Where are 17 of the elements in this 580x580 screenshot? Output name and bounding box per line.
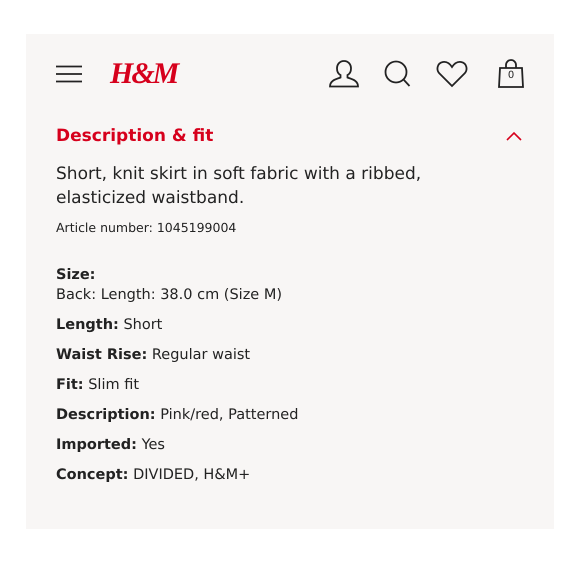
attribute-text: Waist Rise: Regular waist [56,346,252,365]
section-title: Description & fit [56,126,214,146]
attribute-text: Imported: Yes [56,436,166,455]
search-icon[interactable] [384,59,412,89]
attribute-text: Concept: DIVIDED, H&M+ [56,466,252,485]
description-text: Short, knit skirt in soft fabric with a ribbed, elasticized waistband. [56,163,422,210]
logo[interactable]: H&M [110,57,178,91]
account-icon[interactable] [328,59,360,89]
chevron-icon[interactable] [506,131,522,141]
attribute-value: Back: Length: 38.0 cm (Size M) [56,286,284,305]
attribute-text: Length: Short [56,316,164,335]
menu-icon[interactable] [56,65,82,83]
attribute-text: Fit: Slim fit [56,376,140,395]
article-number: Article number: 1045199004 [56,220,238,235]
attribute-label: Size: [56,266,96,285]
attribute-text: Description: Pink/red, Patterned [56,406,300,425]
heart-icon[interactable] [436,60,468,88]
